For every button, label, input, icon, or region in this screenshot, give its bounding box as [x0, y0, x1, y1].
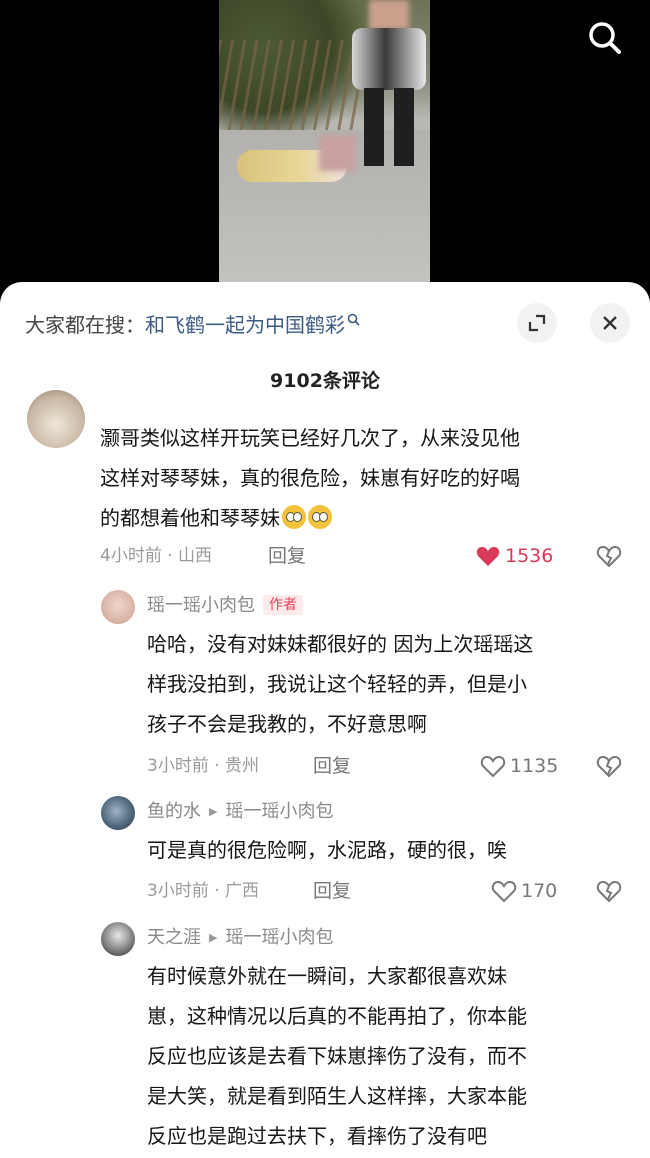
reply-button[interactable]: 回复 [268, 543, 306, 569]
avatar[interactable] [101, 590, 135, 624]
reply-username-line: 瑶一瑶小肉包 作者 [147, 593, 303, 619]
comment-text: 哈哈，没有对妹妹都很好的 因为上次瑶瑶这 样我没拍到，我说让这个轻轻的弄，但是小… [147, 624, 627, 744]
small-search-icon [347, 313, 360, 326]
comment-line: 反应也是跑过去扶下，看摔伤了没有吧 [147, 1124, 487, 1148]
comment-count: 9102条评论 [270, 370, 380, 392]
trending-search-topic-link[interactable]: 和飞鹤一起为中国鹤彩 [145, 313, 345, 337]
comment-text: 灏哥类似这样开玩笑已经好几次了，从来没见他 这样对琴琴妹，真的很危险，妹崽有好吃… [100, 418, 620, 538]
comment-line: 孩子不会是我教的，不好意思啊 [147, 712, 427, 736]
author-badge: 作者 [263, 595, 303, 615]
comment-line: 是大笑，就是看到陌生人这样摔，大家本能 [147, 1084, 527, 1108]
reply-to-username[interactable]: 瑶一瑶小肉包 [225, 927, 333, 948]
comment-line: 样我没拍到，我说让这个轻轻的弄，但是小 [147, 672, 527, 696]
broken-heart-icon[interactable] [596, 879, 622, 903]
expand-icon[interactable] [517, 303, 557, 343]
comment-line: 的都想着他和琴琴妹 [100, 498, 620, 538]
comment-line-text: 的都想着他和琴琴妹 [100, 506, 280, 530]
comment-line: 有时候意外就在一瞬间，大家都很喜欢妹 [147, 964, 507, 988]
comment-meta: 4小时前 · 山西 [100, 546, 213, 566]
comment-text: 可是真的很危险啊，水泥路，硬的很，唉 [147, 830, 627, 870]
reply-button[interactable]: 回复 [313, 753, 351, 779]
search-icon[interactable] [583, 16, 627, 60]
comment-line: 可是真的很危险啊，水泥路，硬的很，唉 [147, 838, 507, 862]
comment-meta: 3小时前 · 广西 [147, 881, 260, 901]
reply-username-line: 天之涯 ▶ 瑶一瑶小肉包 [147, 925, 333, 951]
broken-heart-icon[interactable] [596, 544, 622, 568]
video-fence [219, 40, 359, 140]
trending-search-prefix: 大家都在搜： [25, 313, 145, 337]
comment-meta: 3小时前 · 贵州 [147, 756, 260, 776]
video-blurred-face [369, 0, 409, 30]
trending-search-bar[interactable]: 大家都在搜：和飞鹤一起为中国鹤彩 [25, 308, 360, 342]
reply-username-line: 鱼的水 ▶ 瑶一瑶小肉包 [147, 799, 333, 825]
broken-heart-icon[interactable] [596, 754, 622, 778]
reply-arrow-icon: ▶ [209, 805, 218, 818]
heart-outline-icon [480, 755, 506, 778]
username[interactable]: 鱼的水 [147, 801, 201, 822]
heart-outline-icon [491, 880, 517, 903]
pleading-face-emoji [282, 505, 306, 529]
video-child-legs [364, 88, 414, 166]
close-icon[interactable] [590, 303, 630, 343]
reply-item: 天之涯 ▶ 瑶一瑶小肉包 有时候意外就在一瞬间，大家都很喜欢妹 崽，这种情况以后真的… [0, 920, 650, 1158]
video-frame[interactable] [219, 0, 430, 285]
like-button[interactable]: 1135 [480, 753, 558, 779]
avatar[interactable] [101, 796, 135, 830]
comment-line: 这样对琴琴妹，真的很危险，妹崽有好吃的好喝 [100, 466, 520, 490]
like-button[interactable]: 1536 [475, 543, 553, 569]
comment-item: 灏哥类似这样开玩笑已经好几次了，从来没见他 这样对琴琴妹，真的很危险，妹崽有好吃… [0, 390, 650, 582]
avatar[interactable] [27, 390, 85, 448]
comment-line: 反应也应该是去看下妹崽摔伤了没有，而不 [147, 1044, 527, 1068]
pleading-face-emoji [308, 505, 332, 529]
avatar[interactable] [101, 922, 135, 956]
reply-item: 瑶一瑶小肉包 作者 哈哈，没有对妹妹都很好的 因为上次瑶瑶这 样我没拍到，我说让这… [0, 586, 650, 786]
reply-button[interactable]: 回复 [313, 878, 351, 904]
reply-item: 鱼的水 ▶ 瑶一瑶小肉包 可是真的很危险啊，水泥路，硬的很，唉 3小时前 · 广西 … [0, 794, 650, 912]
reply-arrow-icon: ▶ [209, 931, 218, 944]
comment-sheet: 大家都在搜：和飞鹤一起为中国鹤彩 9102条评论 灏哥类似这样开玩笑已经好几次了… [0, 282, 650, 1158]
video-child-standing [352, 28, 426, 90]
video-blurred-face-fallen [319, 135, 355, 171]
comment-text: 有时候意外就在一瞬间，大家都很喜欢妹 崽，这种情况以后真的不能再拍了，你本能 反… [147, 956, 627, 1156]
heart-filled-icon [476, 546, 500, 566]
username[interactable]: 天之涯 [147, 927, 201, 948]
username[interactable]: 瑶一瑶小肉包 [147, 595, 255, 616]
like-button[interactable]: 170 [491, 878, 557, 904]
reply-to-username[interactable]: 瑶一瑶小肉包 [225, 801, 333, 822]
video-player[interactable] [0, 0, 650, 300]
like-count: 1536 [505, 545, 554, 567]
comment-line: 灏哥类似这样开玩笑已经好几次了，从来没见他 [100, 426, 520, 450]
comment-line: 崽，这种情况以后真的不能再拍了，你本能 [147, 1004, 527, 1028]
like-count: 1135 [510, 755, 559, 777]
comment-line: 哈哈，没有对妹妹都很好的 因为上次瑶瑶这 [147, 632, 534, 656]
like-count: 170 [521, 880, 558, 902]
